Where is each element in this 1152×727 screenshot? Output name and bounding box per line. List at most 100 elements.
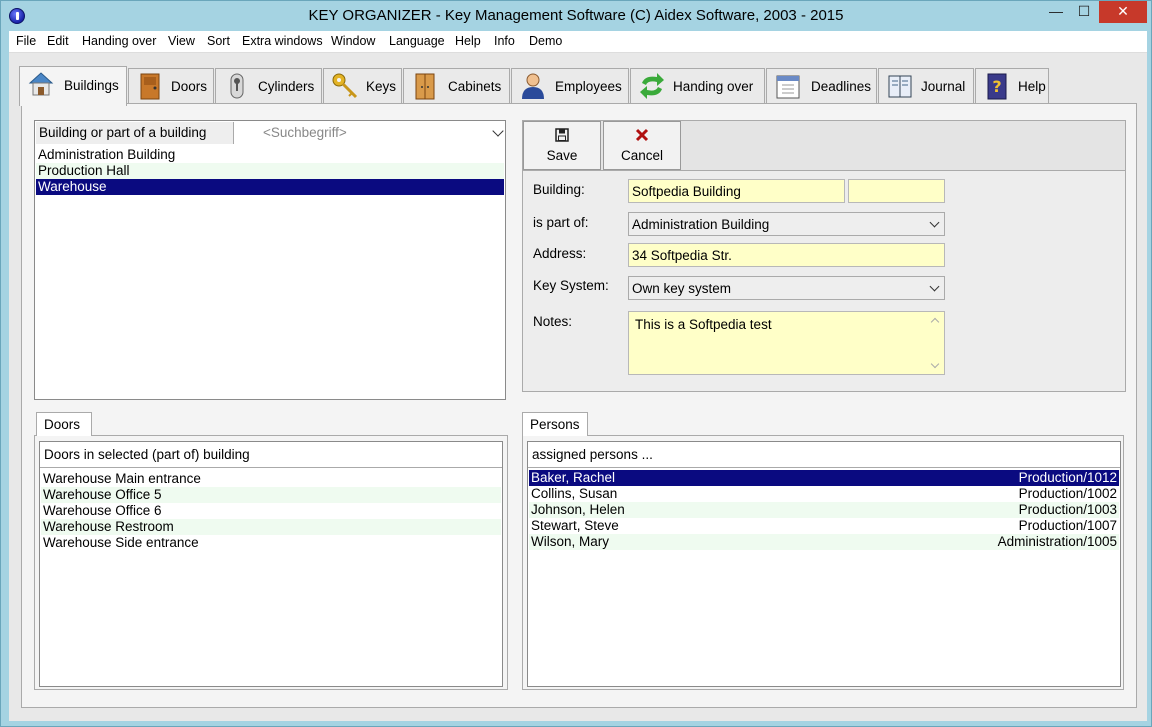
- cabinet-icon: [415, 73, 435, 100]
- list-item[interactable]: Administration Building: [36, 147, 504, 163]
- list-item[interactable]: Warehouse Restroom: [41, 519, 501, 535]
- person-name: Johnson, Helen: [531, 502, 625, 517]
- key-system-value: Own key system: [632, 281, 732, 296]
- menu-edit[interactable]: Edit: [47, 34, 69, 48]
- address-label: Address:: [533, 246, 587, 261]
- employee-icon: [522, 73, 544, 99]
- doors-group: Doors in selected (part of) building War…: [34, 435, 508, 690]
- tab-employees[interactable]: Employees: [511, 68, 629, 104]
- save-button[interactable]: Save: [523, 121, 601, 170]
- menu-window[interactable]: Window: [331, 34, 375, 48]
- cancel-label: Cancel: [620, 148, 664, 163]
- tab-cylinders[interactable]: Cylinders: [215, 68, 322, 104]
- tab-label: Help: [1018, 79, 1046, 94]
- list-item[interactable]: Wilson, Mary Administration/1005: [529, 534, 1119, 550]
- person-dept: Production/1012: [1018, 470, 1117, 485]
- list-item-selected[interactable]: Baker, Rachel Production/1012: [529, 470, 1119, 486]
- person-dept: Production/1003: [1018, 502, 1117, 517]
- building-code-field[interactable]: [848, 179, 945, 203]
- svg-text:?: ?: [992, 77, 1001, 96]
- menu-info[interactable]: Info: [494, 34, 515, 48]
- list-item[interactable]: Warehouse Office 5: [41, 487, 501, 503]
- close-button[interactable]: ✕: [1099, 1, 1147, 23]
- help-book-icon: ?: [987, 73, 1007, 100]
- menu-help[interactable]: Help: [455, 34, 481, 48]
- menu-bar: File Edit Handing over View Sort Extra w…: [9, 31, 1147, 53]
- tab-help[interactable]: ? Help: [975, 68, 1049, 104]
- person-dept: Production/1002: [1018, 486, 1117, 501]
- part-of-label: is part of:: [533, 215, 589, 230]
- cancel-button[interactable]: Cancel: [603, 121, 681, 170]
- address-field[interactable]: 34 Softpedia Str.: [628, 243, 945, 267]
- tab-label: Cylinders: [258, 79, 315, 94]
- key-icon: [332, 73, 358, 99]
- tab-label: Buildings: [64, 78, 119, 93]
- menu-sort[interactable]: Sort: [207, 34, 230, 48]
- person-dept: Administration/1005: [997, 534, 1117, 549]
- tab-keys[interactable]: Keys: [323, 68, 402, 104]
- person-name: Stewart, Steve: [531, 518, 619, 533]
- persons-list[interactable]: assigned persons ... Baker, Rachel Produ…: [527, 441, 1121, 687]
- tab-doors-sub[interactable]: Doors: [36, 412, 92, 436]
- tab-handing-over[interactable]: Handing over: [630, 68, 765, 104]
- buildings-list-header: Building or part of a building: [36, 122, 234, 144]
- calendar-icon: [776, 75, 800, 99]
- part-of-select[interactable]: Administration Building: [628, 212, 945, 236]
- list-item[interactable]: Warehouse Office 6: [41, 503, 501, 519]
- tab-label: Employees: [555, 79, 622, 94]
- buildings-panel: Building or part of a building <Suchbegr…: [21, 103, 1137, 708]
- part-of-value: Administration Building: [632, 217, 770, 232]
- menu-language[interactable]: Language: [389, 34, 445, 48]
- scroll-down-icon[interactable]: [930, 359, 940, 369]
- floppy-disk-icon: [555, 128, 569, 142]
- building-name-field[interactable]: Softpedia Building: [628, 179, 845, 203]
- tab-journal[interactable]: Journal: [878, 68, 974, 104]
- persons-group: assigned persons ... Baker, Rachel Produ…: [522, 435, 1124, 690]
- doors-list-header: Doors in selected (part of) building: [40, 442, 502, 468]
- person-dept: Production/1007: [1018, 518, 1117, 533]
- notes-textarea[interactable]: This is a Softpedia test: [628, 311, 945, 375]
- menu-extra-windows[interactable]: Extra windows: [242, 34, 323, 48]
- tab-label: Keys: [366, 79, 397, 94]
- tab-label: Handing over: [673, 79, 754, 94]
- tab-label: Cabinets: [448, 79, 502, 94]
- list-item[interactable]: Production Hall: [36, 163, 504, 179]
- title-bar: KEY ORGANIZER - Key Management Software …: [1, 1, 1151, 31]
- tab-doors[interactable]: Doors: [128, 68, 214, 104]
- persons-list-header: assigned persons ...: [528, 442, 1120, 468]
- list-item[interactable]: Stewart, Steve Production/1007: [529, 518, 1119, 534]
- menu-handing-over[interactable]: Handing over: [82, 34, 156, 48]
- menu-demo[interactable]: Demo: [529, 34, 562, 48]
- building-label: Building:: [533, 182, 585, 197]
- search-dropdown[interactable]: <Suchbegriff>: [235, 122, 505, 144]
- tab-buildings[interactable]: Buildings: [19, 66, 127, 106]
- list-item[interactable]: Warehouse Side entrance: [41, 535, 501, 551]
- buildings-list[interactable]: Building or part of a building <Suchbegr…: [34, 120, 506, 400]
- list-item[interactable]: Collins, Susan Production/1002: [529, 486, 1119, 502]
- menu-file[interactable]: File: [16, 34, 36, 48]
- client-area: Buildings Doors Cylinders Keys Cabinets …: [9, 53, 1147, 721]
- tab-deadlines[interactable]: Deadlines: [766, 68, 877, 104]
- tab-cabinets[interactable]: Cabinets: [403, 68, 510, 104]
- search-placeholder: <Suchbegriff>: [263, 125, 347, 140]
- house-icon: [28, 72, 54, 96]
- doors-list[interactable]: Doors in selected (part of) building War…: [39, 441, 503, 687]
- chevron-down-icon: [929, 281, 940, 292]
- maximize-button[interactable]: ☐: [1069, 1, 1099, 23]
- tab-persons-sub[interactable]: Persons: [522, 412, 588, 436]
- key-system-select[interactable]: Own key system: [628, 276, 945, 300]
- app-window: KEY ORGANIZER - Key Management Software …: [0, 0, 1152, 727]
- tab-label: Journal: [921, 79, 966, 94]
- list-item[interactable]: Warehouse Main entrance: [41, 471, 501, 487]
- scroll-up-icon[interactable]: [930, 317, 940, 327]
- door-icon: [140, 73, 160, 100]
- minimize-button[interactable]: —: [1041, 1, 1071, 23]
- menu-view[interactable]: View: [168, 34, 195, 48]
- list-item[interactable]: Johnson, Helen Production/1003: [529, 502, 1119, 518]
- list-item-selected[interactable]: Warehouse: [36, 179, 504, 195]
- cancel-x-icon: [635, 128, 649, 142]
- person-name: Baker, Rachel: [531, 470, 616, 485]
- notes-scrollbar[interactable]: [928, 312, 944, 374]
- tab-label: Doors: [171, 79, 208, 94]
- exchange-arrows-icon: [640, 73, 664, 99]
